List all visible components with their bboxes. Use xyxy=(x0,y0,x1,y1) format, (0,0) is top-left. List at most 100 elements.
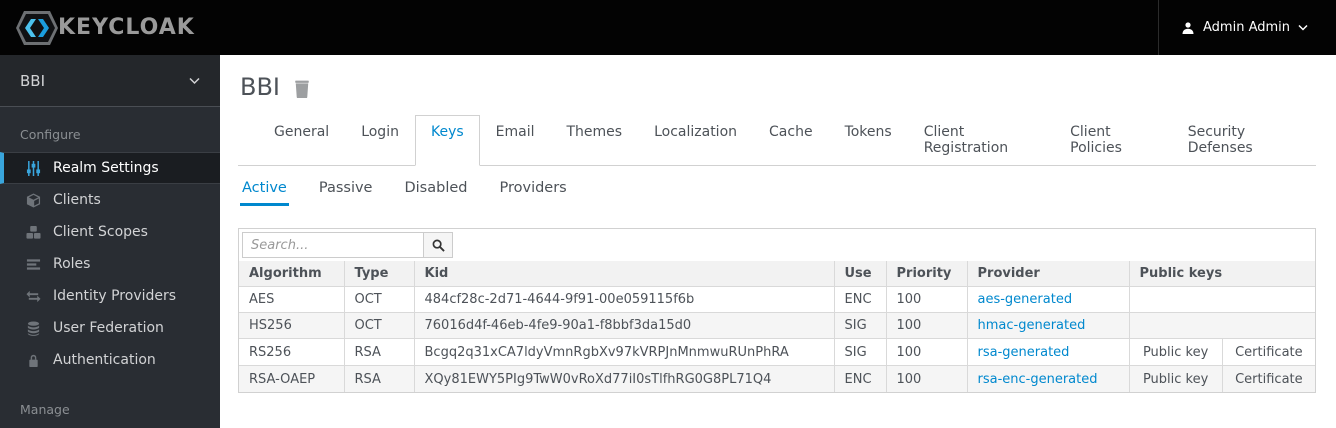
sidebar-item-label: Authentication xyxy=(53,352,156,368)
realm-selector-label: BBI xyxy=(20,71,46,90)
user-menu[interactable]: Admin Admin xyxy=(1158,0,1336,55)
tab-themes[interactable]: Themes xyxy=(551,115,639,166)
delete-realm-button[interactable] xyxy=(294,80,310,98)
cell-kid: Bcgq2q31xCA7ldyVmnRgbXv97kVRPJnMnmwuRUnP… xyxy=(413,338,835,366)
realm-tabs: General Login Keys Email Themes Localiza… xyxy=(238,115,1316,166)
sidebar-item-clients[interactable]: Clients xyxy=(0,184,220,216)
page-title: BBI xyxy=(240,73,281,101)
col-header-use: Use xyxy=(833,261,887,287)
col-header-public-keys: Public keys xyxy=(1128,261,1315,287)
table-row: RSA-OAEP RSA XQy81EWY5PIg9TwW0vRoXd77iI0… xyxy=(239,365,1315,392)
tab-email[interactable]: Email xyxy=(480,115,551,166)
cube-icon xyxy=(25,192,41,208)
sliders-icon xyxy=(25,160,41,176)
cell-algorithm: HS256 xyxy=(239,312,345,339)
tab-client-registration[interactable]: Client Registration xyxy=(908,115,1054,166)
keycloak-logo-icon xyxy=(14,7,60,49)
sidebar-item-authentication[interactable]: Authentication xyxy=(0,344,220,376)
cell-provider: hmac-generated xyxy=(966,312,1130,339)
keys-table: Algorithm Type Kid Use Priority Provider… xyxy=(239,261,1315,392)
tab-keys[interactable]: Keys xyxy=(414,115,480,166)
sidebar-item-realm-settings[interactable]: Realm Settings xyxy=(0,152,220,184)
user-icon xyxy=(1181,21,1195,35)
cell-kid: 484cf28c-2d71-4644-9f91-00e059115f6b xyxy=(413,286,835,313)
tab-general[interactable]: General xyxy=(258,115,345,166)
database-icon xyxy=(25,320,41,336)
subtab-disabled[interactable]: Disabled xyxy=(402,170,469,206)
provider-link[interactable]: aes-generated xyxy=(978,292,1073,307)
tab-tokens[interactable]: Tokens xyxy=(829,115,908,166)
sidebar-item-roles[interactable]: Roles xyxy=(0,248,220,280)
trash-icon xyxy=(294,80,310,98)
cell-provider: rsa-generated xyxy=(966,338,1130,366)
cell-kid: XQy81EWY5PIg9TwW0vRoXd77iI0sTlfhRG0G8PL7… xyxy=(413,365,835,392)
keycloak-logo[interactable]: KEYCLOAK xyxy=(0,7,195,49)
cell-use: SIG xyxy=(833,312,887,339)
certificate-button[interactable]: Certificate xyxy=(1221,366,1315,392)
subtab-passive[interactable]: Passive xyxy=(317,170,375,206)
tab-security-defenses[interactable]: Security Defenses xyxy=(1172,115,1316,166)
subtab-providers[interactable]: Providers xyxy=(497,170,568,206)
cell-type: OCT xyxy=(343,312,415,339)
sidebar-nav: Realm Settings Clients Client Scopes Rol… xyxy=(0,152,220,376)
table-row: AES OCT 484cf28c-2d71-4644-9f91-00e05911… xyxy=(239,286,1315,313)
table-row: HS256 OCT 76016d4f-46eb-4fe9-90a1-f8bbf3… xyxy=(239,312,1315,339)
provider-link[interactable]: rsa-generated xyxy=(978,345,1070,360)
cell-priority: 100 xyxy=(885,286,968,313)
sidebar-item-client-scopes[interactable]: Client Scopes xyxy=(0,216,220,248)
sidebar-item-user-federation[interactable]: User Federation xyxy=(0,312,220,344)
tab-localization[interactable]: Localization xyxy=(638,115,753,166)
cell-public-keys xyxy=(1128,286,1315,313)
sidebar-item-label: User Federation xyxy=(53,320,164,336)
cell-type: OCT xyxy=(343,286,415,313)
sidebar-item-label: Roles xyxy=(53,256,91,272)
chevron-down-icon xyxy=(1298,24,1308,31)
sidebar-section-manage: Manage xyxy=(20,402,70,417)
col-header-priority: Priority xyxy=(885,261,968,287)
provider-link[interactable]: hmac-generated xyxy=(978,318,1086,333)
cell-type: RSA xyxy=(343,338,415,366)
subtab-active[interactable]: Active xyxy=(240,170,289,206)
table-toolbar xyxy=(239,229,1315,261)
tab-login[interactable]: Login xyxy=(345,115,415,166)
sidebar-item-label: Clients xyxy=(53,192,101,208)
sidebar-item-identity-providers[interactable]: Identity Providers xyxy=(0,280,220,312)
cell-use: ENC xyxy=(833,286,887,313)
chevron-down-icon xyxy=(189,77,200,85)
sidebar-item-label: Identity Providers xyxy=(53,288,177,304)
cell-use: ENC xyxy=(833,365,887,392)
keys-table-panel: Algorithm Type Kid Use Priority Provider… xyxy=(238,228,1316,393)
cell-public-keys: Public key Certificate xyxy=(1128,338,1315,366)
cell-priority: 100 xyxy=(885,312,968,339)
cell-algorithm: RSA-OAEP xyxy=(239,365,345,392)
col-header-provider: Provider xyxy=(966,261,1130,287)
sidebar-item-label: Realm Settings xyxy=(53,160,159,176)
cell-algorithm: AES xyxy=(239,286,345,313)
list-icon xyxy=(25,256,41,272)
user-menu-label: Admin Admin xyxy=(1203,20,1290,35)
tab-cache[interactable]: Cache xyxy=(753,115,829,166)
search-icon xyxy=(432,239,445,252)
table-header-row: Algorithm Type Kid Use Priority Provider… xyxy=(239,261,1315,287)
cell-public-keys: Public key Certificate xyxy=(1128,365,1315,392)
cell-provider: aes-generated xyxy=(966,286,1130,313)
public-key-button[interactable]: Public key xyxy=(1130,366,1222,392)
realm-selector[interactable]: BBI xyxy=(0,55,220,107)
tab-client-policies[interactable]: Client Policies xyxy=(1054,115,1172,166)
cell-priority: 100 xyxy=(885,365,968,392)
sidebar: BBI Configure Realm Settings Clients Cli… xyxy=(0,55,220,428)
certificate-button[interactable]: Certificate xyxy=(1221,339,1315,365)
provider-link[interactable]: rsa-enc-generated xyxy=(978,372,1098,387)
lock-icon xyxy=(25,352,41,368)
cell-provider: rsa-enc-generated xyxy=(966,365,1130,392)
top-bar: KEYCLOAK Admin Admin xyxy=(0,0,1336,55)
cell-kid: 76016d4f-46eb-4fe9-90a1-f8bbf3da15d0 xyxy=(413,312,835,339)
public-key-button[interactable]: Public key xyxy=(1130,340,1222,365)
col-header-algorithm: Algorithm xyxy=(239,261,345,287)
search-input[interactable] xyxy=(242,232,424,258)
search-button[interactable] xyxy=(424,232,453,258)
col-header-type: Type xyxy=(343,261,415,287)
cell-use: SIG xyxy=(833,338,887,366)
table-row: RS256 RSA Bcgq2q31xCA7ldyVmnRgbXv97kVRPJ… xyxy=(239,338,1315,366)
exchange-icon xyxy=(25,288,41,304)
